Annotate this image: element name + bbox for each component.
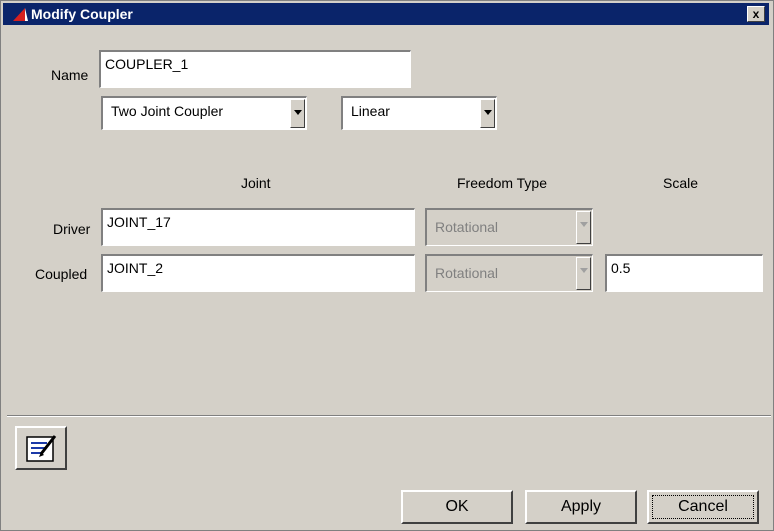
title-bar: Modify Coupler x xyxy=(3,3,769,25)
chevron-down-icon xyxy=(576,211,591,244)
coupler-type-value: Two Joint Coupler xyxy=(111,103,224,119)
coupled-freedom-type-select: Rotational xyxy=(425,254,593,292)
cancel-button-label: Cancel xyxy=(678,498,728,515)
comments-icon xyxy=(26,435,57,462)
freedom-type-column-header: Freedom Type xyxy=(457,175,548,191)
ok-button[interactable]: OK xyxy=(401,490,513,524)
name-label: Name xyxy=(51,67,89,83)
coupler-type-select[interactable]: Two Joint Coupler xyxy=(101,96,307,130)
name-field[interactable] xyxy=(99,50,411,88)
coupled-joint-field[interactable] xyxy=(101,254,415,292)
chevron-down-icon xyxy=(576,257,591,290)
coupled-freedom-type-value: Rotational xyxy=(435,265,499,281)
joint-column-header: Joint xyxy=(241,175,271,191)
apply-button[interactable]: Apply xyxy=(525,490,637,524)
driver-freedom-type-value: Rotational xyxy=(435,219,499,235)
chevron-down-icon[interactable] xyxy=(480,99,495,128)
driver-freedom-type-select: Rotational xyxy=(425,208,593,246)
app-icon xyxy=(13,8,28,21)
scale-column-header: Scale xyxy=(663,175,699,191)
modify-coupler-dialog: Modify Coupler x Name Two Joint Coupler … xyxy=(0,0,774,531)
driver-joint-field[interactable] xyxy=(101,208,415,246)
relation-type-select[interactable]: Linear xyxy=(341,96,497,130)
window-title: Modify Coupler xyxy=(31,6,133,22)
comments-button[interactable] xyxy=(15,426,67,470)
relation-type-value: Linear xyxy=(351,103,390,119)
coupled-label: Coupled xyxy=(35,266,88,282)
close-button[interactable]: x xyxy=(747,6,765,22)
driver-label: Driver xyxy=(53,221,91,237)
separator xyxy=(7,415,771,417)
chevron-down-icon[interactable] xyxy=(290,99,305,128)
coupled-scale-field[interactable] xyxy=(605,254,763,292)
cancel-button[interactable]: Cancel xyxy=(647,490,759,524)
